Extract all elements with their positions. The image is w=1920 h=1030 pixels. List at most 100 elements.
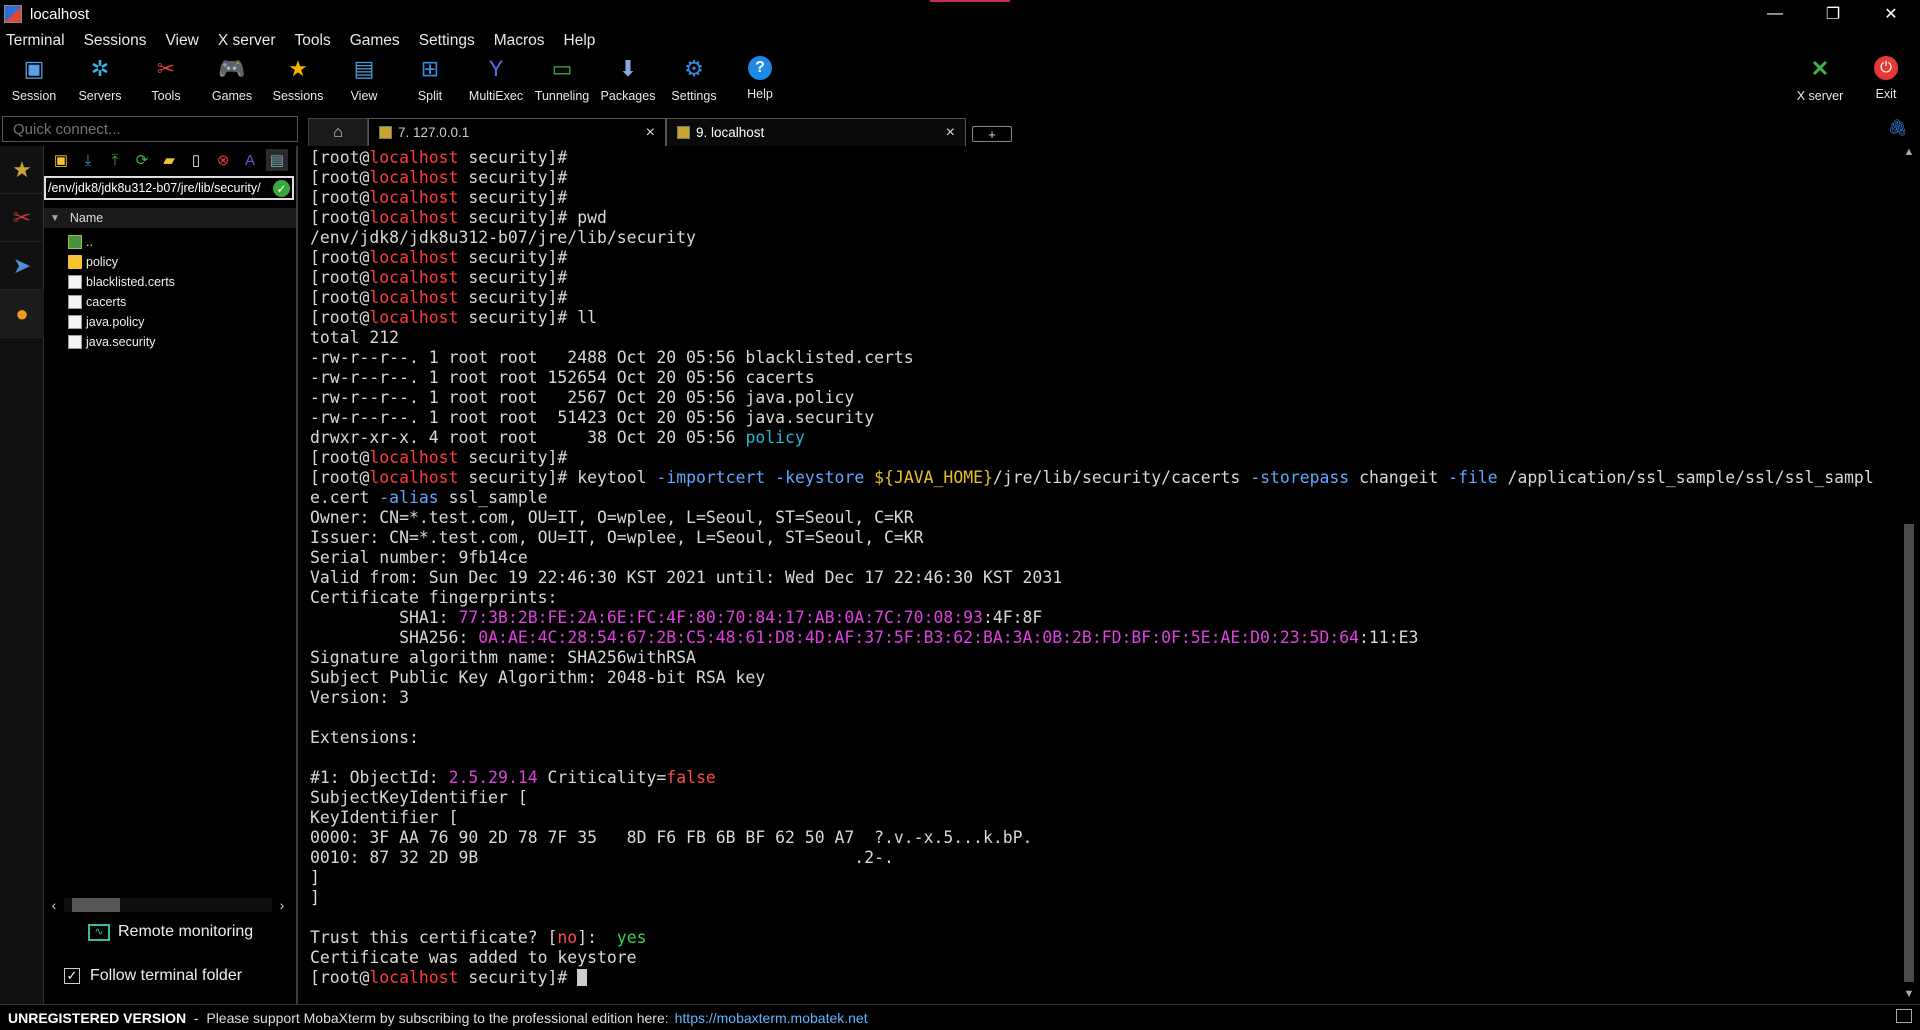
mobatek-link[interactable]: https://mobaxterm.mobatek.net [675, 1010, 868, 1026]
settings-button[interactable]: ⚙ Settings [661, 56, 727, 103]
menu-bar: Terminal Sessions View X server Tools Ga… [0, 28, 1920, 54]
close-tab-icon[interactable]: × [946, 124, 955, 142]
menu-sessions[interactable]: Sessions [84, 32, 147, 50]
tunneling-icon: ▭ [551, 56, 573, 81]
packages-icon: ⬇ [618, 56, 638, 81]
terminal-line: #1: ObjectId: 2.5.29.14 Criticality=fals… [310, 768, 716, 787]
screen-icon[interactable] [1896, 1009, 1912, 1023]
scroll-down-icon[interactable]: ▼ [1898, 988, 1920, 1004]
home-tab[interactable]: ⌂ [308, 118, 368, 146]
menu-terminal[interactable]: Terminal [6, 32, 65, 50]
help-icon: ? [748, 56, 772, 80]
session-button[interactable]: ▣ Session [1, 56, 67, 103]
terminal-line: SHA256: 0A:AE:4C:28:54:67:2B:C5:48:61:D8… [310, 628, 1419, 647]
parent-dir-icon [68, 235, 82, 249]
sessions-button[interactable]: ★ Sessions [265, 56, 331, 103]
servers-button[interactable]: ✲ Servers [67, 56, 133, 103]
sftp-toolbar: ▣ ⤓ ⤒ ⟳ ▰ ▯ ⊗ A ▤ [44, 146, 296, 174]
rename-icon[interactable]: A [239, 149, 261, 171]
remote-path-field[interactable]: /env/jdk8/jdk8u312-b07/jre/lib/security/… [44, 176, 294, 200]
mobaxterm-logo-icon [4, 5, 22, 23]
file-row-java-policy[interactable]: java.policy [44, 312, 296, 332]
terminal-view[interactable]: [root@localhost security]# [root@localho… [300, 146, 1898, 1004]
file-row-blacklisted-certs[interactable]: blacklisted.certs [44, 272, 296, 292]
scroll-right-icon[interactable]: › [276, 897, 288, 913]
menu-macros[interactable]: Macros [494, 32, 545, 50]
restore-button[interactable]: ❐ [1804, 0, 1862, 28]
tools-button[interactable]: ✂ Tools [133, 56, 199, 103]
delete-icon[interactable]: ⊗ [212, 149, 234, 171]
tools-side-tab[interactable]: ✂ [0, 194, 44, 242]
terminal-line: Version: 3 [310, 688, 409, 707]
sessions-side-tab[interactable]: ★ [0, 146, 44, 194]
file-row-parent[interactable]: .. [44, 232, 296, 252]
scroll-track[interactable] [64, 898, 272, 912]
gear-icon: ⚙ [684, 56, 704, 81]
menu-x-server[interactable]: X server [218, 32, 276, 50]
macros-side-tab[interactable]: ➤ [0, 242, 44, 290]
checkbox-checked-icon[interactable]: ✓ [64, 968, 80, 984]
file-list-header[interactable]: ▼ Name [44, 208, 296, 228]
scroll-left-icon[interactable]: ‹ [48, 897, 60, 913]
menu-tools[interactable]: Tools [295, 32, 331, 50]
terminal-line: Trust this certificate? [no]: yes [310, 928, 647, 947]
close-tab-icon[interactable]: × [646, 124, 655, 142]
menu-settings[interactable]: Settings [419, 32, 475, 50]
horizontal-scrollbar[interactable]: ‹ › [48, 896, 288, 914]
file-icon [68, 335, 82, 349]
tools-icon: ✂ [156, 56, 176, 81]
file-row-java-security[interactable]: java.security [44, 332, 296, 352]
paperclip-icon[interactable]: 🖇 [1888, 118, 1908, 138]
split-icon: ⊞ [420, 56, 440, 81]
menu-games[interactable]: Games [350, 32, 400, 50]
parent-folder-icon[interactable]: ▣ [50, 149, 72, 171]
file-icon [68, 315, 82, 329]
tab-127-0-0-1[interactable]: 7. 127.0.0.1 × [368, 118, 666, 146]
file-row-policy[interactable]: policy [44, 252, 296, 272]
file-mode-icon[interactable]: ▤ [266, 149, 288, 171]
terminal-line: /env/jdk8/jdk8u312-b07/jre/lib/security [310, 228, 696, 247]
terminal-line: Certificate fingerprints: [310, 588, 558, 607]
view-button[interactable]: ▤ View [331, 56, 397, 103]
terminal-line: [root@localhost security]# [310, 448, 568, 467]
new-folder-icon[interactable]: ▰ [158, 149, 180, 171]
menu-view[interactable]: View [165, 32, 198, 50]
tunneling-button[interactable]: ▭ Tunneling [529, 56, 595, 103]
terminal-line: Subject Public Key Algorithm: 2048-bit R… [310, 668, 766, 687]
split-button[interactable]: ⊞ Split [397, 56, 463, 103]
title-bar: localhost — ❐ ✕ [0, 0, 1920, 28]
help-button[interactable]: ? Help [727, 56, 793, 101]
scroll-thumb[interactable] [1904, 524, 1914, 982]
x-server-icon: ✕ [1810, 56, 1830, 81]
terminal-scrollbar[interactable]: ▲ ▼ [1898, 146, 1920, 1004]
terminal-line: drwxr-xr-x. 4 root root 38 Oct 20 05:56 … [310, 428, 805, 447]
terminal-line: SubjectKeyIdentifier [ [310, 788, 528, 807]
x-server-button[interactable]: ✕ X server [1787, 56, 1853, 103]
remote-monitoring-button[interactable]: ∿ Remote monitoring [88, 920, 253, 944]
follow-terminal-folder-checkbox[interactable]: ✓ Follow terminal folder [64, 964, 242, 988]
download-icon[interactable]: ⤓ [77, 149, 99, 171]
new-tab-button[interactable]: + [972, 126, 1012, 142]
games-button[interactable]: 🎮 Games [199, 56, 265, 103]
file-row-cacerts[interactable]: cacerts [44, 292, 296, 312]
sftp-side-tab[interactable]: ● [0, 290, 44, 338]
sort-triangle-icon: ▼ [50, 212, 60, 224]
tab-localhost[interactable]: 9. localhost × [666, 118, 966, 146]
close-window-button[interactable]: ✕ [1862, 0, 1920, 28]
quick-connect-input[interactable] [2, 116, 298, 142]
terminal-line: Signature algorithm name: SHA256withRSA [310, 648, 696, 667]
minimize-button[interactable]: — [1746, 0, 1804, 28]
new-file-icon[interactable]: ▯ [185, 149, 207, 171]
menu-help[interactable]: Help [564, 32, 596, 50]
path-ok-icon[interactable]: ✓ [273, 180, 290, 197]
multiexec-button[interactable]: Y MultiExec [463, 56, 529, 103]
file-icon [68, 295, 82, 309]
terminal-line: Serial number: 9fb14ce [310, 548, 528, 567]
exit-button[interactable]: ⏻ Exit [1853, 56, 1919, 101]
scroll-thumb[interactable] [72, 898, 120, 912]
upload-icon[interactable]: ⤒ [104, 149, 126, 171]
scroll-up-icon[interactable]: ▲ [1898, 146, 1920, 162]
refresh-icon[interactable]: ⟳ [131, 149, 153, 171]
terminal-line: [root@localhost security]# [310, 168, 568, 187]
packages-button[interactable]: ⬇ Packages [595, 56, 661, 103]
